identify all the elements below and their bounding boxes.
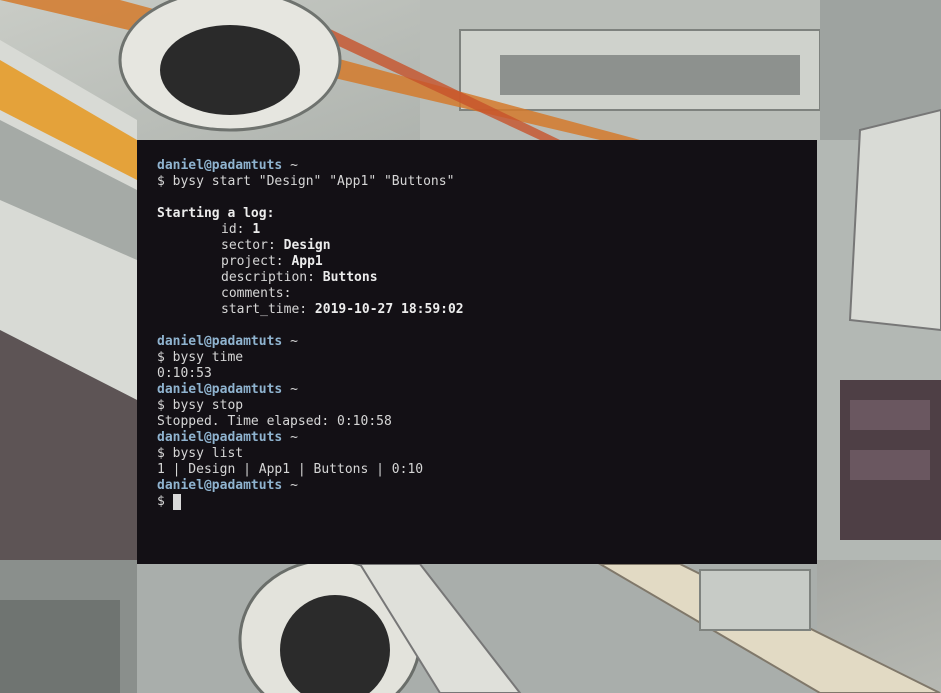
command-time: bysy time [172,350,244,365]
field-value: Buttons [322,270,378,285]
output-stop: Stopped. Time elapsed: 0:10:58 [157,414,392,429]
ps1-symbol: $ [157,398,165,413]
command-stop: bysy stop [172,398,244,413]
output-time: 0:10:53 [157,366,212,381]
ps1-symbol: $ [157,350,165,365]
field-label: project: [221,254,284,269]
ps1-symbol: $ [157,494,165,509]
log-field-comments: comments: [157,286,797,302]
field-value: App1 [291,254,323,269]
command-line: $ bysy stop [157,398,797,414]
field-value: 2019-10-27 18:59:02 [314,302,464,317]
command-line: $ bysy time [157,350,797,366]
log-field-description: description: Buttons [157,270,797,286]
ps1-symbol: $ [157,174,165,189]
prompt-user: daniel@padamtuts [157,334,283,349]
prompt-line: daniel@padamtuts ~ [157,382,797,398]
prompt-user: daniel@padamtuts [157,430,283,445]
command-line: $ bysy list [157,446,797,462]
field-value: 1 [252,222,261,237]
prompt-user: daniel@padamtuts [157,478,283,493]
prompt-dir: ~ [290,478,298,493]
command-start: bysy start "Design" "App1" "Buttons" [172,174,455,189]
prompt-line: daniel@padamtuts ~ [157,478,797,494]
field-label: id: [221,222,245,237]
field-label: sector: [221,238,276,253]
terminal-cursor[interactable] [172,494,181,510]
command-list: bysy list [172,446,244,461]
prompt-dir: ~ [290,158,298,173]
prompt-user: daniel@padamtuts [157,158,283,173]
log-header: Starting a log: [157,206,275,221]
prompt-line: daniel@padamtuts ~ [157,430,797,446]
prompt-user: daniel@padamtuts [157,382,283,397]
command-line: $ bysy start "Design" "App1" "Buttons" [157,174,797,190]
prompt-line: daniel@padamtuts ~ [157,158,797,174]
prompt-line: daniel@padamtuts ~ [157,334,797,350]
log-field-sector: sector: Design [157,238,797,254]
ps1-symbol: $ [157,446,165,461]
terminal-window[interactable]: daniel@padamtuts ~ $ bysy start "Design"… [137,140,817,564]
log-field-start-time: start_time: 2019-10-27 18:59:02 [157,302,797,318]
prompt-dir: ~ [290,382,298,397]
active-command-line[interactable]: $ [157,494,797,510]
field-label: start_time: [221,302,308,317]
field-label: description: [221,270,315,285]
log-field-project: project: App1 [157,254,797,270]
field-value: Design [283,238,331,253]
prompt-dir: ~ [290,430,298,445]
field-label: comments: [221,286,292,301]
log-field-id: id: 1 [157,222,797,238]
prompt-dir: ~ [290,334,298,349]
output-list: 1 | Design | App1 | Buttons | 0:10 [157,462,424,477]
